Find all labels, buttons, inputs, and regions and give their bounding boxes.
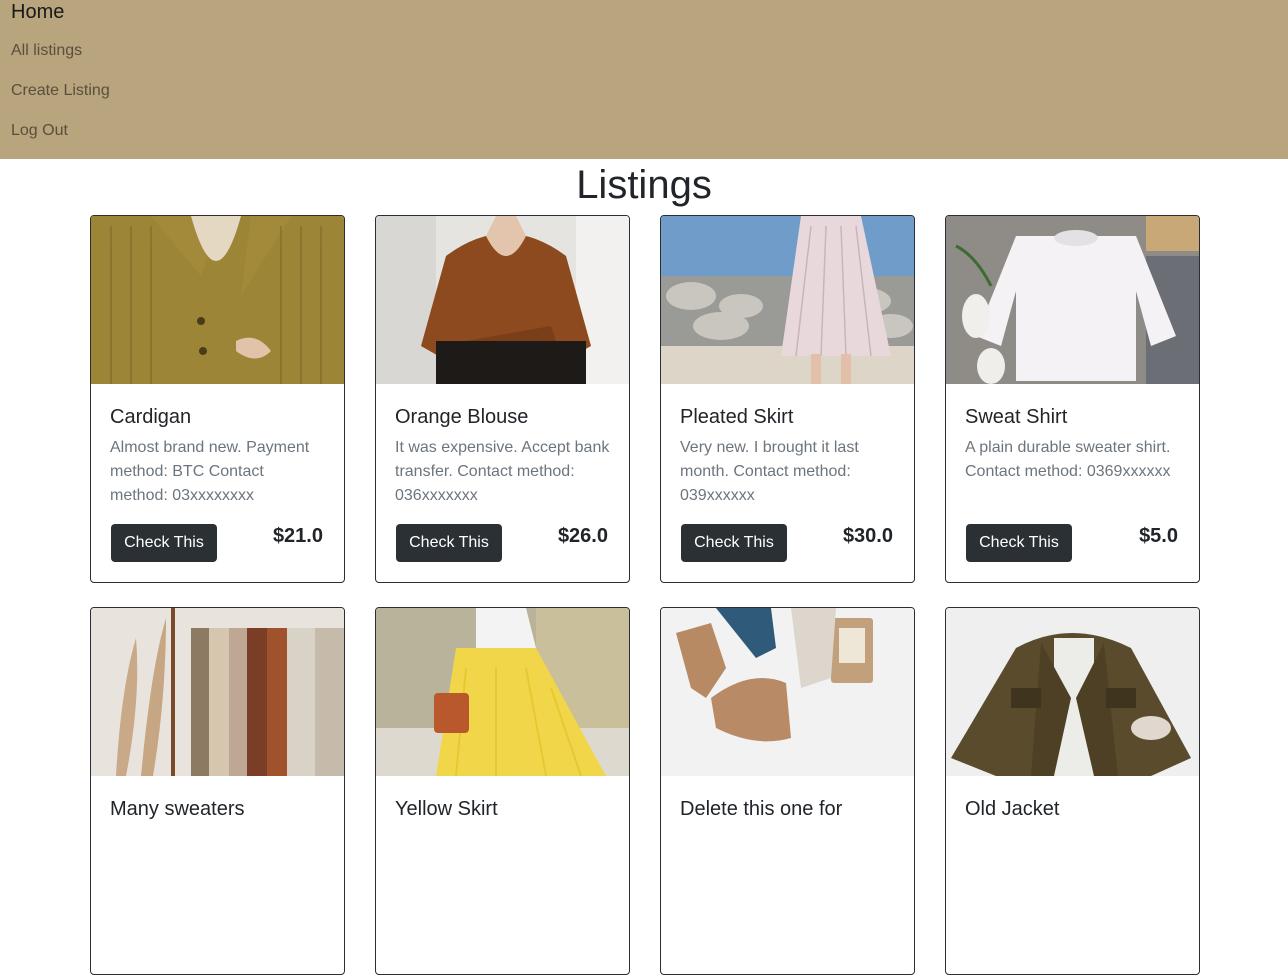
- listing-image: [946, 608, 1199, 776]
- listing-title: Sweat Shirt: [965, 406, 1068, 428]
- listing-description: A plain durable sweater shirt. Contact m…: [965, 439, 1171, 480]
- listing-card-cardigan: Cardigan Almost brand new. Payment metho…: [90, 215, 345, 583]
- listing-title: Old Jacket: [965, 798, 1060, 820]
- listing-price: $30.0: [842, 525, 893, 547]
- listing-description: It was expensive. Accept bank transfer. …: [395, 439, 610, 504]
- listing-image: [661, 216, 914, 384]
- check-this-button[interactable]: Check This: [396, 524, 502, 562]
- listing-image: [661, 608, 914, 776]
- listing-title: Pleated Skirt: [680, 406, 794, 428]
- nav-home-link[interactable]: Home: [11, 0, 64, 24]
- listing-card-old-jacket: Old Jacket: [945, 607, 1200, 975]
- listing-image: [946, 216, 1199, 384]
- listing-title: Orange Blouse: [395, 406, 529, 428]
- listing-card-delete-this-one: Delete this one for: [660, 607, 915, 975]
- listing-price: $5.0: [1139, 525, 1178, 547]
- listing-price: $26.0: [557, 525, 608, 547]
- listing-image: [91, 608, 344, 776]
- page-title: Listings: [576, 163, 712, 207]
- nav-log-out-link[interactable]: Log Out: [11, 121, 68, 141]
- listing-title: Delete this one for: [680, 798, 843, 820]
- listing-price: $21.0: [272, 525, 323, 547]
- listing-image: [91, 216, 344, 384]
- nav-all-listings-link[interactable]: All listings: [11, 41, 82, 61]
- listing-image: [376, 608, 629, 776]
- listing-card-many-sweaters: Many sweaters: [90, 607, 345, 975]
- listing-card-orange-blouse: Orange Blouse It was expensive. Accept b…: [375, 215, 630, 583]
- listing-image: [376, 216, 629, 384]
- listing-description: Almost brand new. Payment method: BTC Co…: [110, 439, 310, 504]
- check-this-button[interactable]: Check This: [966, 524, 1072, 562]
- check-this-button[interactable]: Check This: [681, 524, 787, 562]
- listing-card-pleated-skirt: Pleated Skirt Very new. I brought it las…: [660, 215, 915, 583]
- listing-title: Cardigan: [110, 406, 192, 428]
- nav-create-listing-link[interactable]: Create Listing: [11, 81, 110, 101]
- listing-title: Yellow Skirt: [395, 798, 498, 820]
- listing-card-sweat-shirt: Sweat Shirt A plain durable sweater shir…: [945, 215, 1200, 583]
- top-navbar: Home All listings Create Listing Log Out: [0, 0, 1288, 159]
- listing-title: Many sweaters: [110, 798, 245, 820]
- listing-card-yellow-skirt: Yellow Skirt: [375, 607, 630, 975]
- check-this-button[interactable]: Check This: [111, 524, 217, 562]
- listing-description: Very new. I brought it last month. Conta…: [680, 439, 859, 504]
